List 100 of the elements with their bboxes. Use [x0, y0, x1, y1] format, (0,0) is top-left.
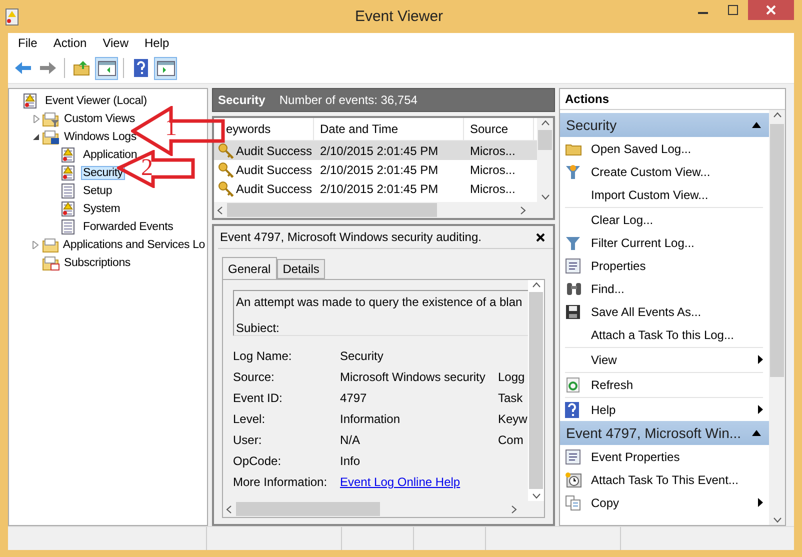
- pane-command[interactable]: Open Saved Log...: [591, 142, 763, 156]
- column-header[interactable]: eywords: [214, 118, 314, 140]
- funnel-icon: [565, 234, 581, 250]
- pane-command[interactable]: Create Custom View...: [591, 164, 763, 178]
- close-icon[interactable]: [536, 232, 545, 242]
- tree-item[interactable]: Applications and Services Lo: [60, 238, 207, 252]
- scrollbar-thumb[interactable]: [236, 502, 380, 516]
- table-cell: Audit Success: [214, 162, 314, 178]
- scroll-up-icon: [772, 112, 782, 118]
- scrollbar-thumb[interactable]: [770, 124, 784, 377]
- console-tree-button[interactable]: [95, 56, 118, 80]
- tree-item[interactable]: Custom Views: [62, 112, 137, 126]
- expand-icon[interactable]: [32, 241, 40, 249]
- action-pane-button[interactable]: [154, 56, 177, 80]
- window-title: Event Viewer: [354, 8, 444, 25]
- menu-item[interactable]: File: [10, 36, 46, 50]
- log-icon: [61, 165, 75, 181]
- section-header[interactable]: Security: [560, 113, 769, 137]
- scroll-up-icon: [540, 120, 550, 126]
- pane-command[interactable]: Event Properties: [591, 450, 763, 464]
- field-label: Keyw: [498, 412, 528, 426]
- log-icon: [23, 93, 37, 109]
- field-value: N/A: [340, 433, 362, 447]
- collapse-icon[interactable]: [752, 430, 761, 436]
- minimize-icon: [698, 12, 708, 14]
- pane-command[interactable]: Filter Current Log...: [591, 236, 763, 250]
- refresh-icon: [565, 376, 581, 392]
- log-icon: [61, 183, 75, 199]
- section-header[interactable]: Event 4797, Microsoft Win...: [560, 421, 769, 445]
- pane-command[interactable]: Save All Events As...: [591, 304, 763, 318]
- tree-item[interactable]: System: [81, 202, 122, 216]
- table-row[interactable]: Audit Success 2/10/2015 2:01:45 PM Micros...: [214, 141, 537, 160]
- actions-header: Actions: [560, 89, 785, 110]
- description-text: An attempt was made to query the existence of a blan: [236, 295, 524, 309]
- pane-left-icon: [98, 60, 116, 76]
- binoculars-icon: [565, 280, 583, 296]
- vertical-scrollbar[interactable]: [537, 118, 553, 202]
- folder-calendar-icon: [42, 256, 60, 270]
- scroll-down-icon: [540, 194, 550, 200]
- key-icon: [218, 162, 234, 178]
- scrollbar-thumb[interactable]: [529, 292, 543, 489]
- menu-item[interactable]: Action: [45, 36, 95, 50]
- field-label: Task: [498, 391, 524, 405]
- tree-item[interactable]: Forwarded Events: [81, 220, 176, 234]
- pane-command[interactable]: View: [591, 352, 758, 366]
- tree-item[interactable]: Security: [81, 166, 125, 180]
- pane-command[interactable]: Attach a Task To this Log...: [591, 328, 763, 342]
- collapse-icon[interactable]: [752, 122, 761, 128]
- tree-item[interactable]: Event Viewer (Local): [43, 94, 149, 108]
- pane-command[interactable]: Clear Log...: [591, 212, 763, 226]
- folder-icon: [565, 142, 583, 156]
- pane-command[interactable]: Properties: [591, 258, 763, 272]
- field-label: Logg: [498, 370, 526, 384]
- column-header[interactable]: Date and Time: [314, 118, 464, 140]
- menu-item[interactable]: Help: [136, 36, 178, 50]
- folder-icon: [42, 238, 60, 252]
- event-title: Event 4797, Microsoft Windows security auditing.: [220, 230, 482, 244]
- horizontal-scrollbar[interactable]: [214, 202, 553, 218]
- pane-command[interactable]: Refresh: [591, 378, 763, 392]
- vertical-scrollbar[interactable]: [769, 110, 785, 525]
- subject-text: Subiect:: [236, 321, 280, 335]
- tree-item[interactable]: Setup: [81, 184, 114, 198]
- menu-item[interactable]: View: [94, 36, 136, 50]
- maximize-icon: [728, 5, 738, 15]
- pane-command[interactable]: Find...: [591, 282, 763, 296]
- left-arrow-icon: [14, 61, 32, 75]
- log-title: Security: [218, 93, 266, 107]
- tree-item[interactable]: Subscriptions: [62, 256, 132, 270]
- expand-icon[interactable]: [32, 115, 40, 123]
- scrollbar-thumb[interactable]: [227, 203, 437, 217]
- event-count: Number of events: 36,754: [279, 93, 418, 107]
- pane-command[interactable]: Import Custom View...: [591, 188, 763, 202]
- tree-item[interactable]: Windows Logs: [62, 130, 138, 144]
- tree-item[interactable]: Application: [81, 148, 140, 162]
- key-icon: [218, 142, 234, 158]
- scroll-left-icon: [226, 504, 232, 514]
- pane-command[interactable]: Attach Task To This Event...: [591, 472, 763, 486]
- field-value: Security: [340, 349, 384, 363]
- table-cell-text: Micros...: [469, 182, 516, 196]
- field-label: Level:: [233, 412, 266, 426]
- pane-command[interactable]: Help: [591, 402, 758, 416]
- vertical-scrollbar[interactable]: [528, 280, 544, 501]
- table-cell: Audit Success: [214, 142, 314, 158]
- tab[interactable]: Details: [276, 259, 326, 279]
- help-link[interactable]: Event Log Online Help: [340, 475, 460, 489]
- field-label: Source:: [233, 370, 276, 384]
- pane-command[interactable]: Copy: [591, 496, 758, 510]
- key-icon: [218, 180, 234, 196]
- right-arrow-icon: [38, 61, 56, 75]
- log-icon: [61, 219, 75, 235]
- funnel-icon: [565, 164, 581, 180]
- table-cell-text: 2/10/2015 2:01:45 PM: [319, 144, 440, 158]
- column-header[interactable]: Source: [464, 118, 534, 140]
- annotation-number: 2: [141, 156, 153, 180]
- scroll-right-icon: [511, 504, 517, 514]
- close-button[interactable]: [748, 0, 794, 20]
- pane-right-icon: [156, 60, 174, 76]
- tab[interactable]: General: [222, 257, 277, 279]
- collapse-icon[interactable]: [32, 133, 40, 141]
- scrollbar-thumb[interactable]: [538, 130, 552, 150]
